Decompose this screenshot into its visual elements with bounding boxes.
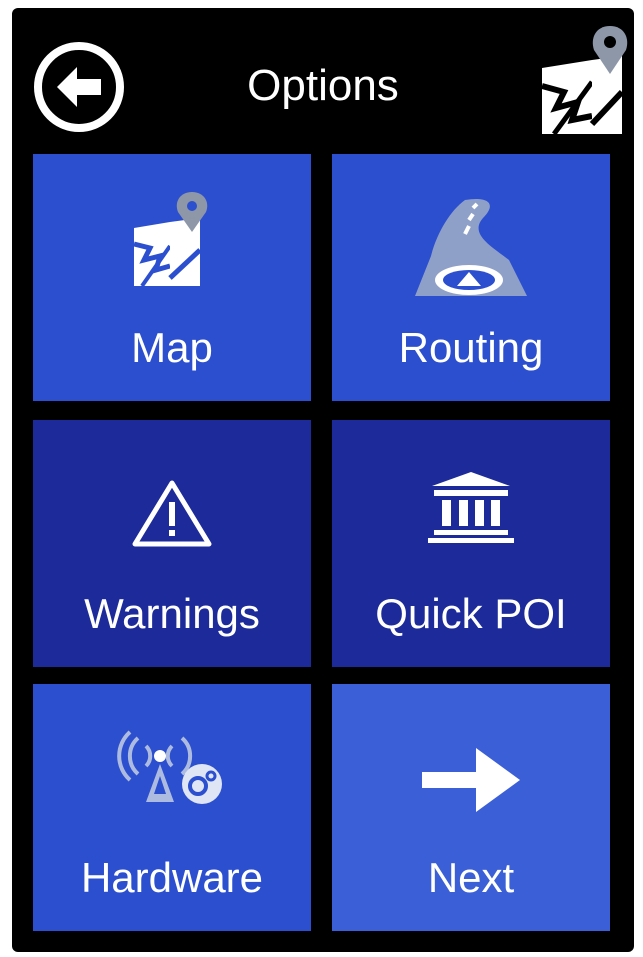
options-screen: Options Map Routing Warnings Quick POI H… — [12, 8, 634, 952]
hardware-tile[interactable]: Hardware — [33, 684, 311, 931]
quick-poi-tile[interactable]: Quick POI — [332, 420, 610, 667]
map-tile[interactable]: Map — [33, 154, 311, 401]
map-pin-icon — [541, 26, 628, 136]
map-shortcut-button[interactable] — [534, 16, 630, 142]
gps-antenna-settings-icon — [117, 730, 222, 804]
arrow-right-icon — [422, 748, 520, 812]
warning-triangle-icon — [132, 480, 212, 547]
tile-label-next: Next — [427, 854, 515, 901]
tile-label-warnings: Warnings — [84, 590, 260, 637]
routing-tile[interactable]: Routing — [332, 154, 610, 401]
next-tile[interactable]: Next — [332, 684, 610, 931]
tile-label-routing: Routing — [398, 324, 544, 371]
tile-label-map: Map — [131, 324, 213, 371]
landmark-icon — [428, 472, 514, 543]
tile-label-hardware: Hardware — [80, 854, 264, 901]
warnings-tile[interactable]: Warnings — [33, 420, 311, 667]
road-icon — [415, 198, 527, 296]
header-bar: Options — [12, 8, 634, 158]
map-icon — [133, 192, 208, 288]
tile-label-quick-poi: Quick POI — [375, 590, 567, 637]
